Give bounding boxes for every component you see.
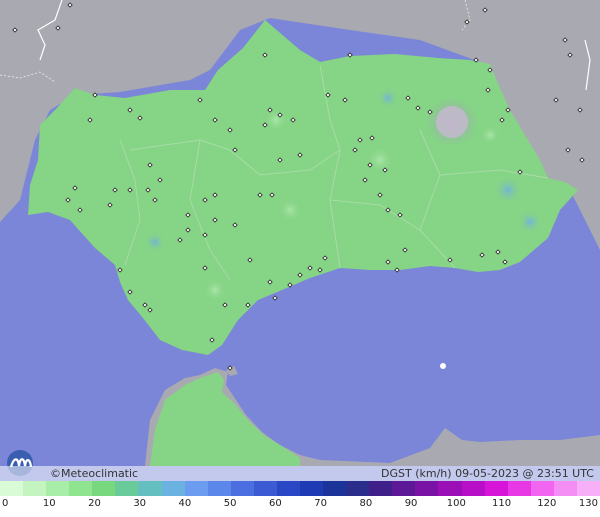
scale-swatch [161, 481, 185, 496]
scale-swatch [507, 481, 531, 496]
brand-credit: ©Meteoclimatic [50, 467, 139, 480]
scale-swatch [184, 481, 208, 496]
variable-and-timestamp: DGST (km/h) 09-05-2023 @ 23:51 UTC [381, 467, 594, 480]
scale-swatch [323, 481, 347, 496]
scale-tick-label: 110 [491, 498, 512, 509]
scale-swatch [138, 481, 162, 496]
scale-tick-label: 100 [446, 498, 466, 509]
scale-swatch [253, 481, 277, 496]
alboran-island [440, 363, 446, 369]
scale-tick-label: 130 [578, 498, 598, 509]
scale-swatch [484, 481, 508, 496]
scale-tick-label: 60 [269, 498, 282, 509]
scale-swatch [461, 481, 485, 496]
scale-tick-label: 20 [88, 498, 101, 509]
scale-tick-label: 40 [178, 498, 192, 509]
scale-swatch [576, 481, 600, 496]
scale-swatch [230, 481, 254, 496]
scale-swatch [392, 481, 416, 496]
scale-swatch [92, 481, 116, 496]
scale-tick-label: 80 [359, 498, 373, 509]
scale-swatch [276, 481, 301, 496]
scale-tick-label: 70 [314, 498, 327, 509]
scale-tick-label: 0 [2, 498, 9, 509]
scale-swatch [300, 481, 324, 496]
color-scale-ticks: 0 10 20 30 40 50 60 70 80 90 100 110 120 130 [0, 498, 600, 514]
scale-swatch [0, 481, 24, 496]
wind-gust-map[interactable] [0, 0, 600, 517]
scale-swatch [46, 481, 70, 496]
scale-swatch [553, 481, 577, 496]
scale-swatch [23, 481, 47, 496]
scale-swatch [530, 481, 554, 496]
scale-swatch [415, 481, 439, 496]
scale-swatch [346, 481, 370, 496]
scale-tick-label: 30 [133, 498, 147, 509]
scale-tick-label: 10 [42, 498, 56, 509]
scale-tick-label: 120 [537, 498, 557, 509]
footer-bar: ©Meteoclimatic DGST (km/h) 09-05-2023 @ … [0, 466, 600, 481]
scale-swatch [69, 481, 93, 496]
scale-swatch [207, 481, 231, 496]
color-scale-bar [0, 481, 600, 496]
scale-swatch [438, 481, 462, 496]
scale-swatch [115, 481, 139, 496]
scale-tick-label: 90 [404, 498, 418, 509]
scale-swatch [369, 481, 393, 496]
scale-tick-label: 50 [223, 498, 237, 509]
color-scale: 0 10 20 30 40 50 60 70 80 90 100 110 120 130 [0, 481, 600, 517]
